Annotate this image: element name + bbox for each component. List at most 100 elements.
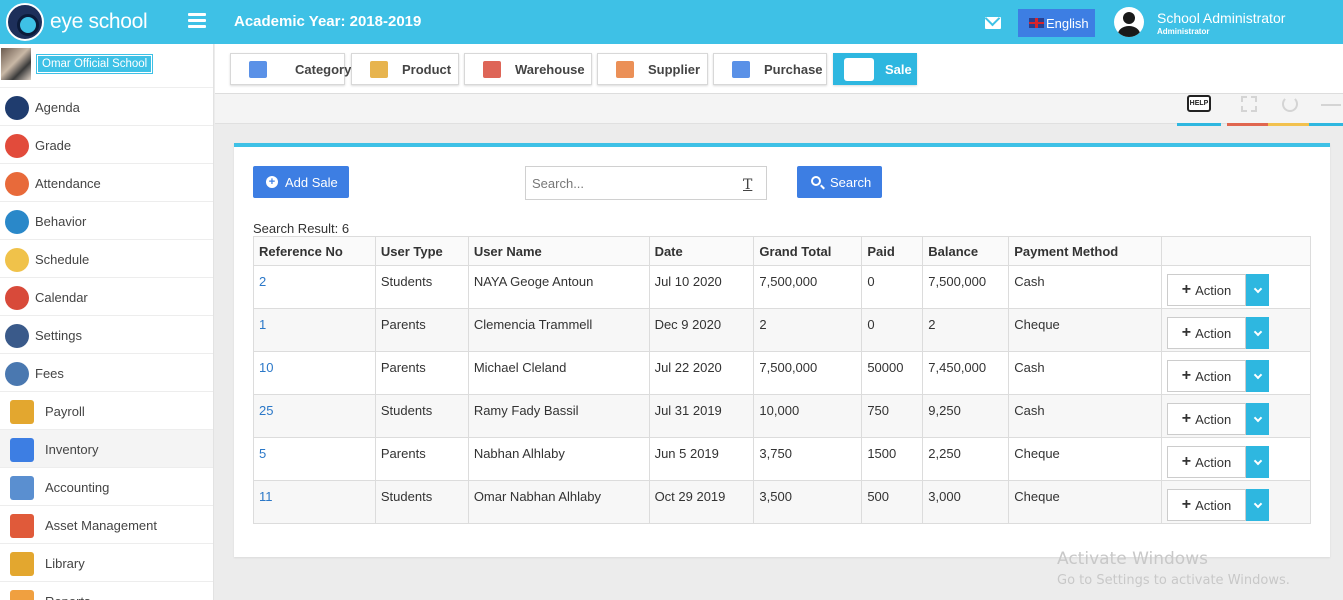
- table-row: 1 Parents Clemencia Trammell Dec 9 2020 2 0 2 C…: [253, 308, 1311, 352]
- column-header: Balance: [922, 236, 1010, 266]
- search-icon: [811, 176, 821, 186]
- table-cell: 3,500: [753, 480, 863, 524]
- action-button-group: + Action: [1167, 317, 1270, 349]
- user-name[interactable]: School Administrator: [1157, 10, 1285, 26]
- action-button[interactable]: + Action: [1167, 360, 1247, 392]
- language-label: English: [1046, 16, 1089, 31]
- table-body: 2 Students NAYA Geoge Antoun Jul 10 2020 7,5…: [253, 265, 1311, 524]
- reports-icon: [10, 590, 34, 600]
- action-cell: + Action: [1161, 394, 1311, 438]
- sidebar-item-fees[interactable]: Fees: [0, 354, 213, 392]
- action-label: Action: [1195, 325, 1232, 341]
- sidebar-item-schedule[interactable]: Schedule: [0, 240, 213, 278]
- watermark-title: Activate Windows: [1057, 549, 1208, 569]
- search-button[interactable]: Search: [797, 166, 882, 198]
- help-tool-bar: [1177, 123, 1221, 126]
- table-row: 2 Students NAYA Geoge Antoun Jul 10 2020 7,5…: [253, 265, 1311, 309]
- mail-icon[interactable]: [985, 17, 1001, 29]
- tab-label: Purchase: [764, 62, 823, 77]
- reference-link[interactable]: 25: [259, 403, 273, 418]
- tab-product[interactable]: Product: [351, 53, 459, 85]
- action-dropdown-toggle[interactable]: [1246, 317, 1270, 349]
- sidebar-item-library[interactable]: Library: [0, 544, 213, 582]
- tab-purchase[interactable]: Purchase: [713, 53, 827, 85]
- sidebar-item-attendance[interactable]: Attendance: [0, 164, 213, 202]
- action-button[interactable]: + Action: [1167, 446, 1247, 478]
- table-cell: Nabhan Alhlaby: [467, 437, 650, 481]
- tab-supplier[interactable]: Supplier: [597, 53, 708, 85]
- refresh-tool[interactable]: [1268, 94, 1312, 126]
- action-dropdown-toggle[interactable]: [1246, 446, 1270, 478]
- action-button[interactable]: + Action: [1167, 317, 1247, 349]
- help-icon: HELP: [1187, 95, 1211, 112]
- sidebar-item-agenda[interactable]: Agenda: [0, 88, 213, 126]
- chevron-down-icon: [1253, 327, 1262, 336]
- help-tool[interactable]: HELP: [1177, 94, 1221, 126]
- table-cell: Parents: [374, 308, 469, 352]
- sidebar-item-asset-management[interactable]: Asset Management: [0, 506, 213, 544]
- table-cell: 750: [861, 394, 924, 438]
- reference-link[interactable]: 5: [259, 446, 266, 461]
- language-button[interactable]: English: [1018, 9, 1095, 37]
- table-cell: 2: [253, 265, 376, 309]
- table-row: 5 Parents Nabhan Alhlaby Jun 5 2019 3,750 150…: [253, 437, 1311, 481]
- action-cell: + Action: [1161, 265, 1311, 309]
- sidebar-item-label: Reports: [45, 594, 91, 600]
- table-cell: Students: [374, 480, 469, 524]
- table-cell: Parents: [374, 437, 469, 481]
- sidebar-item-behavior[interactable]: Behavior: [0, 202, 213, 240]
- academic-year: Academic Year: 2018-2019: [234, 13, 422, 30]
- sidebar-item-grade[interactable]: Grade: [0, 126, 213, 164]
- category-icon: [249, 61, 267, 78]
- action-dropdown-toggle[interactable]: [1246, 403, 1270, 435]
- action-dropdown-toggle[interactable]: [1246, 489, 1270, 521]
- menu-toggle-icon[interactable]: [188, 13, 206, 29]
- add-sale-button[interactable]: + Add Sale: [253, 166, 349, 198]
- tab-sale[interactable]: Sale: [833, 53, 917, 85]
- table-cell: 11: [253, 480, 376, 524]
- reference-link[interactable]: 11: [259, 489, 273, 504]
- action-button[interactable]: + Action: [1167, 403, 1247, 435]
- plus-icon: +: [1181, 453, 1192, 470]
- plus-icon: +: [1181, 367, 1192, 384]
- sidebar-item-settings[interactable]: Settings: [0, 316, 213, 354]
- column-header: Date: [648, 236, 755, 266]
- action-button[interactable]: + Action: [1167, 274, 1247, 306]
- school-name-badge[interactable]: Omar Official School: [35, 54, 154, 74]
- sidebar-item-inventory[interactable]: Inventory: [0, 430, 213, 468]
- horizontal-arrows-icon: [1321, 104, 1341, 106]
- tool-strip: HELP: [215, 94, 1343, 126]
- table-cell: Students: [374, 265, 469, 309]
- tab-category[interactable]: Category: [230, 53, 351, 85]
- search-input[interactable]: [525, 166, 767, 200]
- user-avatar[interactable]: [1114, 7, 1144, 37]
- reference-link[interactable]: 2: [259, 274, 266, 289]
- sidebar-item-reports[interactable]: Reports: [0, 582, 213, 600]
- reference-link[interactable]: 10: [259, 360, 273, 375]
- tab-warehouse[interactable]: Warehouse: [464, 53, 592, 85]
- action-button-group: + Action: [1167, 489, 1270, 521]
- sidebar-item-calendar[interactable]: Calendar: [0, 278, 213, 316]
- sidebar-item-payroll[interactable]: Payroll: [0, 392, 213, 430]
- action-cell: + Action: [1161, 351, 1311, 395]
- action-dropdown-toggle[interactable]: [1246, 360, 1270, 392]
- action-dropdown-toggle[interactable]: [1246, 274, 1270, 306]
- column-header: Payment Method: [1008, 236, 1163, 266]
- eye-school-logo[interactable]: [6, 3, 44, 41]
- action-label: Action: [1195, 368, 1232, 384]
- table-cell: Jul 31 2019: [648, 394, 755, 438]
- action-cell: + Action: [1161, 437, 1311, 481]
- grade-icon: [5, 134, 29, 158]
- agenda-icon: [5, 96, 29, 120]
- table-cell: Jul 10 2020: [648, 265, 755, 309]
- behavior-icon: [5, 210, 29, 234]
- sidebar-item-label: Library: [45, 556, 85, 571]
- reference-link[interactable]: 1: [259, 317, 266, 332]
- fullscreen-tool[interactable]: [1227, 94, 1271, 126]
- width-tool[interactable]: [1309, 94, 1343, 126]
- chevron-down-icon: [1253, 413, 1262, 422]
- action-button[interactable]: + Action: [1167, 489, 1247, 521]
- sidebar-item-accounting[interactable]: Accounting: [0, 468, 213, 506]
- table-cell: Jun 5 2019: [648, 437, 755, 481]
- sidebar-item-label: Behavior: [35, 214, 87, 229]
